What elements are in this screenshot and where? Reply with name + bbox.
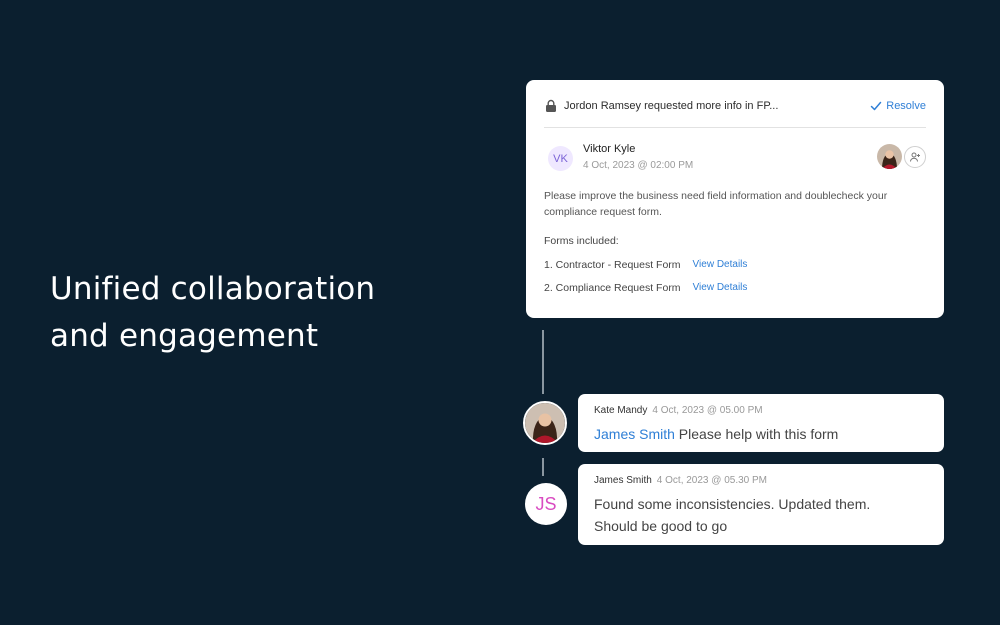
form-item: 1. Contractor - Request Form View Detail…	[544, 259, 747, 271]
resolve-label: Resolve	[886, 100, 926, 112]
user-avatar-photo	[523, 401, 567, 445]
comment-bubble: Kate Mandy 4 Oct, 2023 @ 05.00 PM James S…	[578, 394, 944, 452]
author-row: VK Viktor Kyle 4 Oct, 2023 @ 02:00 PM	[544, 142, 926, 176]
comment-timestamp: 4 Oct, 2023 @ 05.30 PM	[656, 475, 768, 486]
comment-author: Kate Mandy	[594, 405, 648, 416]
view-details-link[interactable]: View Details	[693, 259, 748, 271]
comment-text: James Smith Please help with this form	[594, 423, 928, 445]
comment-meta: James Smith 4 Oct, 2023 @ 05.30 PM	[594, 474, 928, 487]
form-name: 1. Contractor - Request Form	[544, 259, 681, 271]
user-mention[interactable]: James Smith	[594, 426, 675, 442]
headline-line-1: Unified collaboration	[50, 271, 376, 307]
headline-line-2: and engagement	[50, 318, 319, 354]
comment-line-1: Found some inconsistencies. Updated them…	[594, 496, 871, 512]
participant-avatar[interactable]	[877, 144, 902, 169]
request-card: Jordon Ramsey requested more info in FP.…	[526, 80, 944, 318]
add-user-icon	[910, 152, 920, 162]
comment-bubble: James Smith 4 Oct, 2023 @ 05.30 PM Found …	[578, 464, 944, 545]
comment-author: James Smith	[594, 475, 652, 486]
request-message: Please improve the business need field i…	[544, 190, 888, 218]
card-header: Jordon Ramsey requested more info in FP.…	[544, 98, 926, 128]
view-details-link[interactable]: View Details	[693, 282, 748, 294]
form-item: 2. Compliance Request Form View Details	[544, 282, 747, 294]
lock-icon	[546, 99, 556, 112]
comment-meta: Kate Mandy 4 Oct, 2023 @ 05.00 PM	[594, 404, 928, 417]
comment-timestamp: 4 Oct, 2023 @ 05.00 PM	[652, 405, 763, 416]
checkmark-icon	[871, 101, 882, 111]
avatar-initials: VK	[548, 146, 573, 171]
card-title: Jordon Ramsey requested more info in FP.…	[564, 100, 779, 112]
comment-line-2: Should be good to go	[594, 518, 728, 534]
headline: Unified collaboration and engagement	[50, 266, 375, 360]
forms-label: Forms included:	[544, 235, 619, 247]
avatar-initials: JS	[525, 483, 567, 525]
add-participant-button[interactable]	[904, 146, 926, 168]
comment-body: Please help with this form	[674, 426, 839, 442]
author-timestamp: 4 Oct, 2023 @ 02:00 PM	[583, 160, 694, 171]
timeline-connector	[542, 330, 544, 394]
timeline-connector	[542, 458, 544, 476]
comment-text: Found some inconsistencies. Updated them…	[594, 493, 928, 537]
author-name: Viktor Kyle	[583, 143, 636, 155]
form-name: 2. Compliance Request Form	[544, 282, 681, 294]
resolve-button[interactable]: Resolve	[870, 98, 926, 114]
